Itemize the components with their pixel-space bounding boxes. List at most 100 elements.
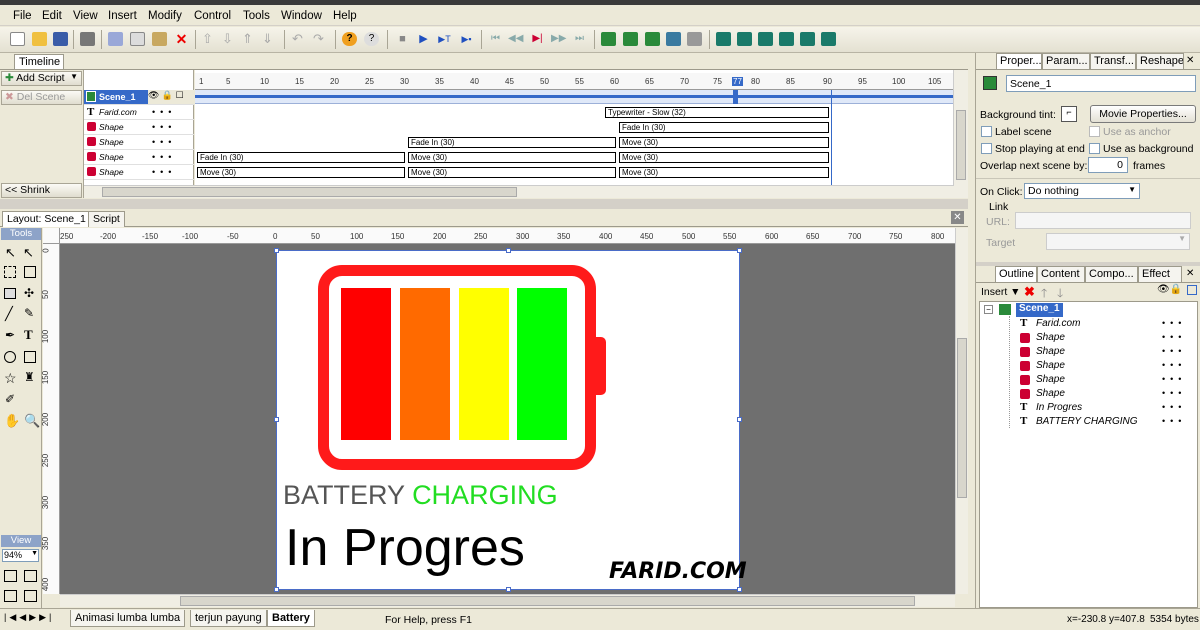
url-field[interactable] (1015, 212, 1191, 229)
resize-handle[interactable] (274, 587, 279, 592)
context-help-icon[interactable]: ? (364, 32, 379, 46)
menu-control[interactable]: Control (194, 10, 231, 22)
zoom-in-icon[interactable] (4, 590, 17, 602)
scroll-thumb[interactable] (956, 110, 966, 180)
undo-icon[interactable]: ↶ (292, 32, 307, 46)
scroll-thumb[interactable] (957, 338, 967, 498)
scroll-thumb[interactable] (102, 187, 517, 197)
scene-name-field[interactable]: Scene_1 (1006, 75, 1196, 92)
tab-content[interactable]: Content (1037, 266, 1085, 282)
effect-icon-5[interactable] (800, 32, 815, 46)
menu-insert[interactable]: Insert (108, 10, 137, 22)
target-select[interactable]: ▼ (1046, 233, 1190, 250)
tab-script[interactable]: Script (88, 211, 125, 227)
effect-icon-6[interactable] (821, 32, 836, 46)
pen-icon[interactable]: ✒ (5, 328, 15, 342)
collapse-icon[interactable]: − (984, 305, 993, 314)
charge-bar-orange[interactable] (400, 288, 450, 440)
stage-canvas[interactable]: BATTERY CHARGING In Progres FARID.COM (274, 248, 747, 592)
redo-icon[interactable]: ↷ (313, 32, 328, 46)
outline-item[interactable]: In Progres (1036, 402, 1082, 416)
outline-scene[interactable]: Scene_1 (1016, 303, 1063, 317)
use-as-background-checkbox[interactable] (1089, 143, 1100, 154)
hand-icon[interactable]: ✋ (4, 413, 20, 429)
signature-text[interactable]: FARID.COM (609, 559, 747, 584)
tab-reshape[interactable]: Reshape (1136, 53, 1184, 69)
rectangle-icon[interactable] (24, 351, 36, 363)
bring-forward-icon[interactable]: ⇧ (202, 32, 217, 46)
effect-bar[interactable]: Move (30) (408, 152, 616, 163)
timeline-row-scene[interactable]: Scene_1 👁 🔒 ☐ (84, 90, 194, 105)
menu-window[interactable]: Window (281, 10, 322, 22)
bring-front-icon[interactable]: ⇑ (242, 32, 257, 46)
outline-item[interactable]: Farid.com (1036, 318, 1080, 332)
sheet-tab[interactable]: Animasi lumba lumba (70, 610, 186, 627)
label-scene-checkbox[interactable] (981, 126, 992, 137)
playhead[interactable] (733, 90, 738, 104)
timeline-tab[interactable]: Timeline (14, 54, 64, 69)
duplicate-scene-icon[interactable] (645, 32, 660, 46)
menu-modify[interactable]: Modify (148, 10, 182, 22)
move-scene-icon[interactable] (666, 32, 681, 46)
panel-splitter[interactable] (0, 199, 968, 209)
menu-edit[interactable]: Edit (42, 10, 62, 22)
star-icon[interactable]: ☆ (4, 370, 17, 387)
subtitle-text[interactable]: In Progres (285, 518, 525, 578)
insert-scene-icon[interactable] (601, 32, 616, 46)
movie-properties-button[interactable]: Movie Properties... (1090, 105, 1196, 123)
stage-vscrollbar[interactable] (955, 228, 968, 594)
last-frame-icon[interactable]: ⏭ (572, 32, 587, 46)
charge-bar-green[interactable] (517, 288, 567, 440)
del-scene-button[interactable]: ✖ Del Scene (1, 90, 82, 105)
shape-tool-icon[interactable]: ♜ (24, 370, 35, 384)
visibility-icons[interactable]: 👁🔒 (1157, 284, 1182, 295)
outline-item[interactable]: Shape (1036, 360, 1065, 374)
tab-effect[interactable]: Effect (1138, 266, 1182, 282)
menu-tools[interactable]: Tools (243, 10, 270, 22)
send-back-icon[interactable]: ⇓ (262, 32, 277, 46)
timeline-vscrollbar[interactable] (953, 70, 968, 198)
resize-handle[interactable] (274, 248, 279, 253)
zoom-fit-icon[interactable] (4, 570, 17, 582)
outline-icon[interactable] (1187, 285, 1197, 295)
effect-bar[interactable]: Fade In (30) (619, 122, 829, 133)
select-arrow-icon[interactable]: ↖ (5, 245, 16, 261)
zoom-stage-icon[interactable] (24, 570, 37, 582)
menu-help[interactable]: Help (333, 10, 357, 22)
sheet-tab-active[interactable]: Battery (267, 610, 315, 627)
image-icon[interactable] (4, 288, 16, 299)
timeline-row[interactable]: Shape ••• (84, 150, 194, 165)
help-icon[interactable]: ? (342, 32, 357, 46)
next-frame-icon[interactable]: ▶▶ (551, 32, 566, 46)
effect-bar[interactable]: Move (30) (408, 167, 616, 178)
goto-frame-icon[interactable]: ▶| (530, 32, 545, 46)
close-icon[interactable]: ✕ (1186, 268, 1194, 279)
timeline-row[interactable]: Shape ••• (84, 135, 194, 150)
outline-item[interactable]: Shape (1036, 374, 1065, 388)
tab-transform[interactable]: Transf... (1090, 53, 1136, 69)
effect-icon-4[interactable] (779, 32, 794, 46)
sheet-tab[interactable]: terjun payung (190, 610, 267, 627)
ellipse-icon[interactable] (4, 351, 16, 363)
effect-bar[interactable]: Move (30) (619, 167, 829, 178)
effect-icon-1[interactable] (716, 32, 731, 46)
timeline-row[interactable]: Shape ••• (84, 120, 194, 135)
resize-handle[interactable] (506, 248, 511, 253)
charge-bar-red[interactable] (341, 288, 391, 440)
zoom-icon[interactable]: 🔍 (24, 413, 40, 429)
menu-view[interactable]: View (73, 10, 98, 22)
outline-item[interactable]: Shape (1036, 332, 1065, 346)
reshape-icon[interactable] (24, 266, 36, 278)
add-script-button[interactable]: ✚ Add Script ▼ (1, 71, 82, 86)
resize-handle[interactable] (737, 248, 742, 253)
copy-icon[interactable] (130, 32, 145, 46)
scene-transition-icon[interactable] (687, 32, 702, 46)
preview-icon[interactable] (80, 32, 95, 46)
timeline-row[interactable]: Shape ••• (84, 165, 194, 180)
charge-bar-yellow[interactable] (459, 288, 509, 440)
insert-menu[interactable]: Insert ▼ (981, 286, 1021, 298)
subselect-icon[interactable]: ↖ (23, 245, 34, 261)
open-icon[interactable] (32, 32, 47, 46)
tab-outline[interactable]: Outline (995, 266, 1037, 282)
effect-bar[interactable]: Move (30) (619, 137, 829, 148)
